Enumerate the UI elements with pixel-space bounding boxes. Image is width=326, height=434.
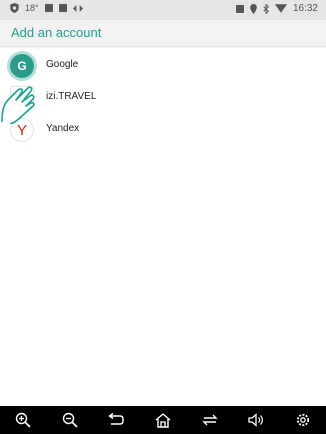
tap-hand-icon: [1, 86, 35, 124]
mail-icon: [58, 4, 67, 12]
zoom-in-button[interactable]: [10, 408, 36, 432]
recents-icon: [201, 414, 218, 426]
zoom-in-icon: [16, 412, 31, 428]
image-icon: [44, 4, 53, 12]
zoom-out-button[interactable]: [57, 408, 83, 432]
home-button[interactable]: [150, 408, 176, 432]
account-item-yandex[interactable]: Y Yandex: [0, 114, 326, 146]
page-title: Add an account: [11, 25, 102, 40]
location-icon: [250, 3, 257, 14]
zoom-out-icon: [62, 412, 78, 428]
account-label: Yandex: [46, 123, 80, 134]
account-list: G Google izi.TRAVEL Y Yandex: [0, 50, 326, 146]
clock: 16:32: [292, 3, 318, 14]
app-header: Add an account: [0, 20, 326, 46]
account-label: Google: [46, 59, 79, 70]
back-icon: [108, 413, 125, 425]
settings-icon: [296, 413, 309, 427]
sim-icon: [235, 4, 244, 13]
home-icon: [155, 412, 171, 428]
account-item-izi-travel[interactable]: izi.TRAVEL: [0, 82, 326, 114]
volume-icon: [248, 413, 264, 427]
wifi-icon: [274, 4, 287, 13]
shield-icon: [10, 3, 19, 13]
account-item-google[interactable]: G Google: [0, 50, 326, 82]
bluetooth-icon: [263, 3, 269, 14]
navigation-bar: [0, 406, 326, 434]
sync-icon: [72, 4, 83, 12]
temperature: 18°: [25, 3, 39, 13]
volume-button[interactable]: [243, 408, 269, 432]
back-button[interactable]: [103, 408, 129, 432]
status-bar: 18° 16:32: [0, 0, 326, 20]
settings-button[interactable]: [290, 408, 316, 432]
recents-button[interactable]: [197, 408, 223, 432]
account-label: izi.TRAVEL: [46, 91, 97, 102]
